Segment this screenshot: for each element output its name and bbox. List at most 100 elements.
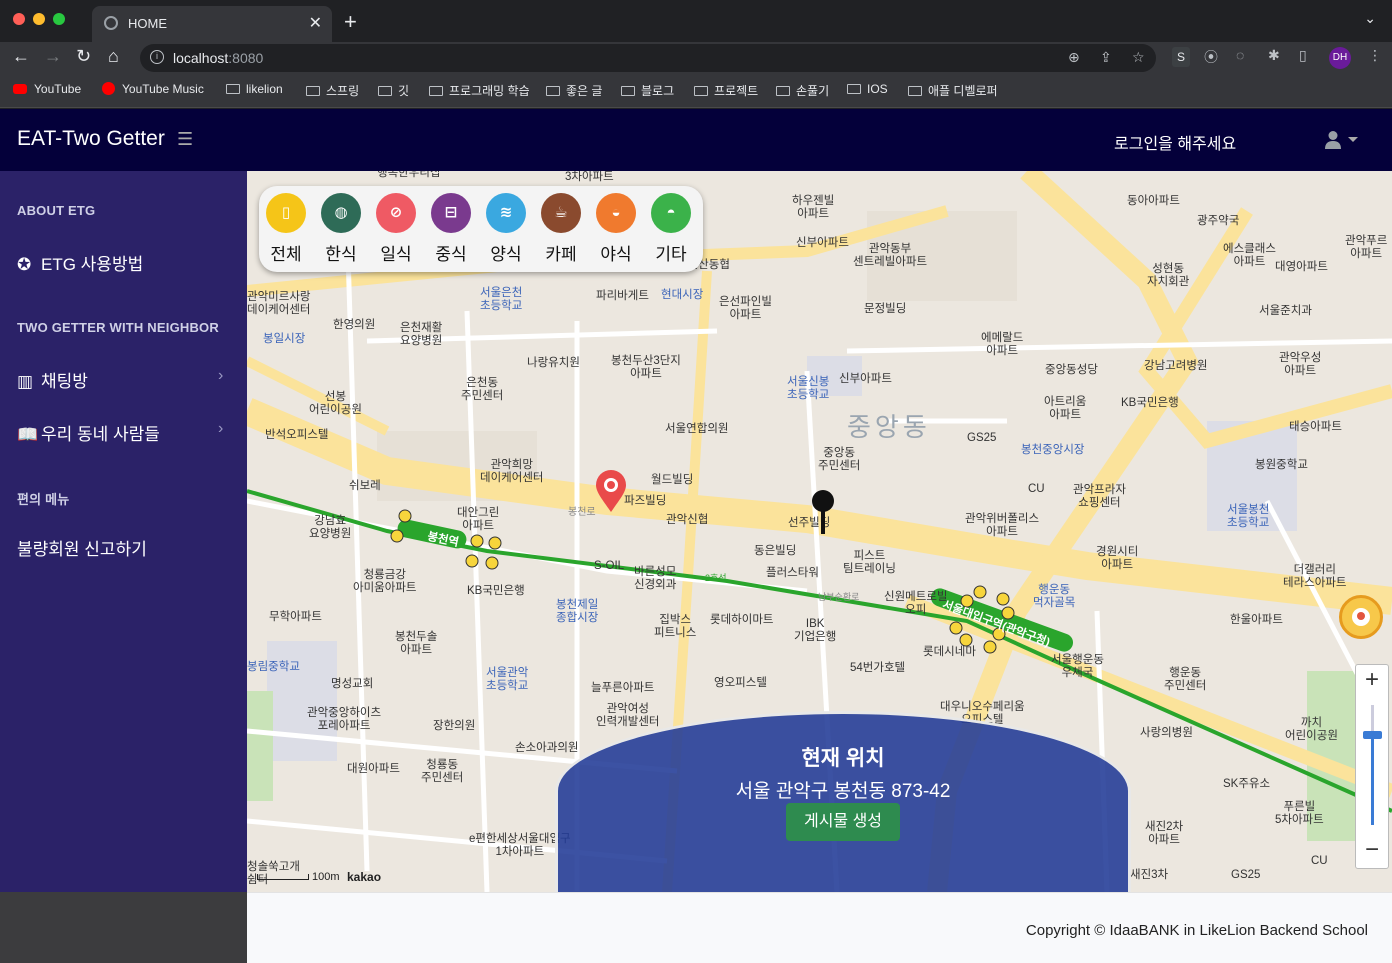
back-arrow-icon[interactable]: ←: [12, 46, 30, 67]
map-label: 청룡금강 아미움아파트: [353, 569, 417, 594]
map-label: 서울신봉 초등학교: [787, 376, 830, 401]
close-window-icon[interactable]: [13, 13, 25, 25]
share-icon[interactable]: ⇪: [1100, 49, 1112, 66]
bookmark-label: 스프링: [326, 84, 360, 98]
map-label: CU: [1311, 855, 1328, 867]
map-label: 동은빌딩: [754, 545, 797, 557]
bookmark-folder-git[interactable]: 깃: [378, 82, 409, 99]
side-panel-icon[interactable]: ▯: [1299, 47, 1307, 64]
map-label: 중앙동: [847, 412, 931, 442]
bookmark-youtube-music[interactable]: YouTube Music: [102, 82, 204, 96]
category-label: 일식: [380, 245, 412, 264]
zoom-icon[interactable]: ⊕: [1068, 49, 1080, 66]
map-label: 은천동 주민센터: [461, 377, 504, 402]
current-location-pin-icon[interactable]: [809, 489, 837, 535]
tab-close-icon[interactable]: ✕: [309, 13, 322, 33]
map-label: 관악푸르 아파트: [1345, 235, 1388, 260]
url-port: :8080: [228, 50, 264, 66]
loading-extension-icon[interactable]: ◌: [1236, 47, 1244, 63]
site-info-icon[interactable]: i: [150, 50, 164, 64]
hamburger-menu-icon[interactable]: ☰: [177, 129, 193, 150]
zoom-slider-thumb[interactable]: [1363, 731, 1382, 739]
bookmark-folder-good-posts[interactable]: 좋은 글: [546, 82, 602, 99]
map-label: 관악중앙하이츠 포레아파트: [307, 707, 382, 732]
profile-avatar[interactable]: DH: [1329, 47, 1351, 69]
map-label: 한영의원: [333, 319, 376, 331]
bookmark-star-icon[interactable]: ☆: [1132, 49, 1145, 66]
map-label: 관악프라자 쇼핑센터: [1073, 484, 1126, 509]
category-korean-button[interactable]: ◍ 한식: [314, 193, 368, 265]
category-label: 카페: [545, 245, 577, 264]
category-chinese-button[interactable]: ⊟ 중식: [424, 193, 478, 265]
map-label: 봉일시장: [263, 333, 306, 345]
map-label: 에메랄드 아파트: [981, 332, 1024, 357]
bookmark-label: 프로젝트: [714, 84, 759, 98]
bookmark-folder-blog[interactable]: 블로그: [621, 82, 674, 99]
user-icon[interactable]: [1324, 130, 1342, 150]
app-header: EAT-Two Getter ☰ 로그인을 해주세요: [0, 109, 1392, 171]
bookmark-folder-apple-developer[interactable]: 애플 디벨로퍼: [908, 82, 998, 99]
browser-tab-home[interactable]: HOME ✕: [92, 6, 332, 42]
bookmarks-bar: YouTube YouTube Music likelion 스프링 깃 프로그…: [0, 74, 1392, 108]
tab-search-icon[interactable]: ⌄: [1364, 10, 1376, 27]
map-label: 플러스타워: [766, 567, 819, 579]
map-label: KB국민은행: [1121, 397, 1179, 409]
bookmark-folder-warmup[interactable]: 손풀기: [776, 82, 829, 99]
minimize-window-icon[interactable]: [33, 13, 45, 25]
address-bar[interactable]: i localhost:8080 ⊕ ⇪ ☆: [140, 44, 1156, 72]
kebab-menu-icon[interactable]: ⋮: [1368, 47, 1382, 64]
sidebar-item-report[interactable]: 불량회원 신고하기: [17, 535, 147, 560]
category-label: 한식: [325, 245, 357, 264]
forward-arrow-icon[interactable]: →: [44, 46, 62, 67]
folder-icon: [378, 86, 392, 96]
extension-icon[interactable]: ⦿: [1204, 47, 1218, 67]
chevron-right-icon[interactable]: ›: [218, 367, 223, 385]
bookmark-label: YouTube: [34, 82, 82, 96]
extension-s-icon[interactable]: S: [1172, 47, 1190, 67]
map-label: 더갤러리 테라스아파트: [1283, 564, 1347, 589]
chevron-right-icon[interactable]: ›: [218, 420, 223, 438]
category-western-button[interactable]: ≋ 양식: [479, 193, 533, 265]
bookmark-folder-ios[interactable]: IOS: [847, 82, 888, 96]
reload-icon[interactable]: ↻: [76, 46, 91, 67]
home-icon[interactable]: ⌂: [108, 46, 119, 67]
brand-logo[interactable]: EAT-Two Getter: [17, 127, 165, 151]
category-japanese-button[interactable]: ⊘ 일식: [369, 193, 423, 265]
new-tab-icon[interactable]: +: [344, 9, 357, 35]
map-label: 파리바게트: [596, 290, 649, 302]
maximize-window-icon[interactable]: [53, 13, 65, 25]
zoom-in-button[interactable]: +: [1356, 665, 1388, 695]
login-prompt[interactable]: 로그인을 해주세요: [1114, 130, 1236, 154]
create-post-button[interactable]: 게시물 생성: [786, 803, 900, 841]
map-label: 봉천두솔 아파트: [395, 631, 438, 656]
sidebar-item-neighbors[interactable]: 📖 우리 동네 사람들: [17, 420, 160, 445]
map-label: KB국민은행: [467, 585, 525, 597]
map-label: 서울은천 초등학교: [480, 287, 523, 312]
bookmark-folder-likelion[interactable]: likelion: [226, 82, 283, 96]
map-view[interactable]: 행복한우리집 3차아파트 하우젠빌 아파트 동아아파트 광주약국 신부아파트 관…: [247, 171, 1392, 892]
bookmark-label: 손풀기: [796, 84, 830, 98]
map-pin-icon[interactable]: [594, 469, 628, 513]
category-all-button[interactable]: ▯ 전체: [259, 193, 313, 265]
category-cafe-button[interactable]: ☕ 카페: [534, 193, 588, 265]
bookmark-folder-programming[interactable]: 프로그래밍 학습: [429, 82, 530, 99]
sidebar-item-chat[interactable]: ▥ 채팅방: [17, 367, 88, 392]
map-label: 은천재활 요양병원: [400, 322, 443, 347]
bookmark-folder-project[interactable]: 프로젝트: [694, 82, 758, 99]
sidebar-item-howto[interactable]: ✪ ETG 사용방법: [17, 250, 143, 275]
category-latenight-button[interactable]: ◒ 야식: [589, 193, 643, 265]
bookmark-folder-spring[interactable]: 스프링: [306, 82, 359, 99]
map-label: 아트리움 아파트: [1044, 396, 1087, 421]
chevron-down-icon[interactable]: [1348, 137, 1358, 142]
sidebar-heading-convenience: 편의 메뉴: [17, 492, 70, 507]
zoom-out-button[interactable]: −: [1356, 835, 1388, 865]
category-etc-button[interactable]: ◓ 기타: [644, 193, 698, 265]
bookmark-youtube[interactable]: YouTube: [13, 82, 81, 96]
puzzle-icon[interactable]: ✱: [1268, 47, 1280, 64]
map-label: 무학아파트: [269, 611, 322, 623]
locate-me-icon[interactable]: [1339, 595, 1383, 639]
map-label: 대안그린 아파트: [457, 507, 500, 532]
map-label: 성현동 자치회관: [1147, 263, 1190, 288]
map-label: 신원메트로빌 오피: [884, 591, 948, 616]
bookmark-label: 좋은 글: [566, 84, 603, 98]
